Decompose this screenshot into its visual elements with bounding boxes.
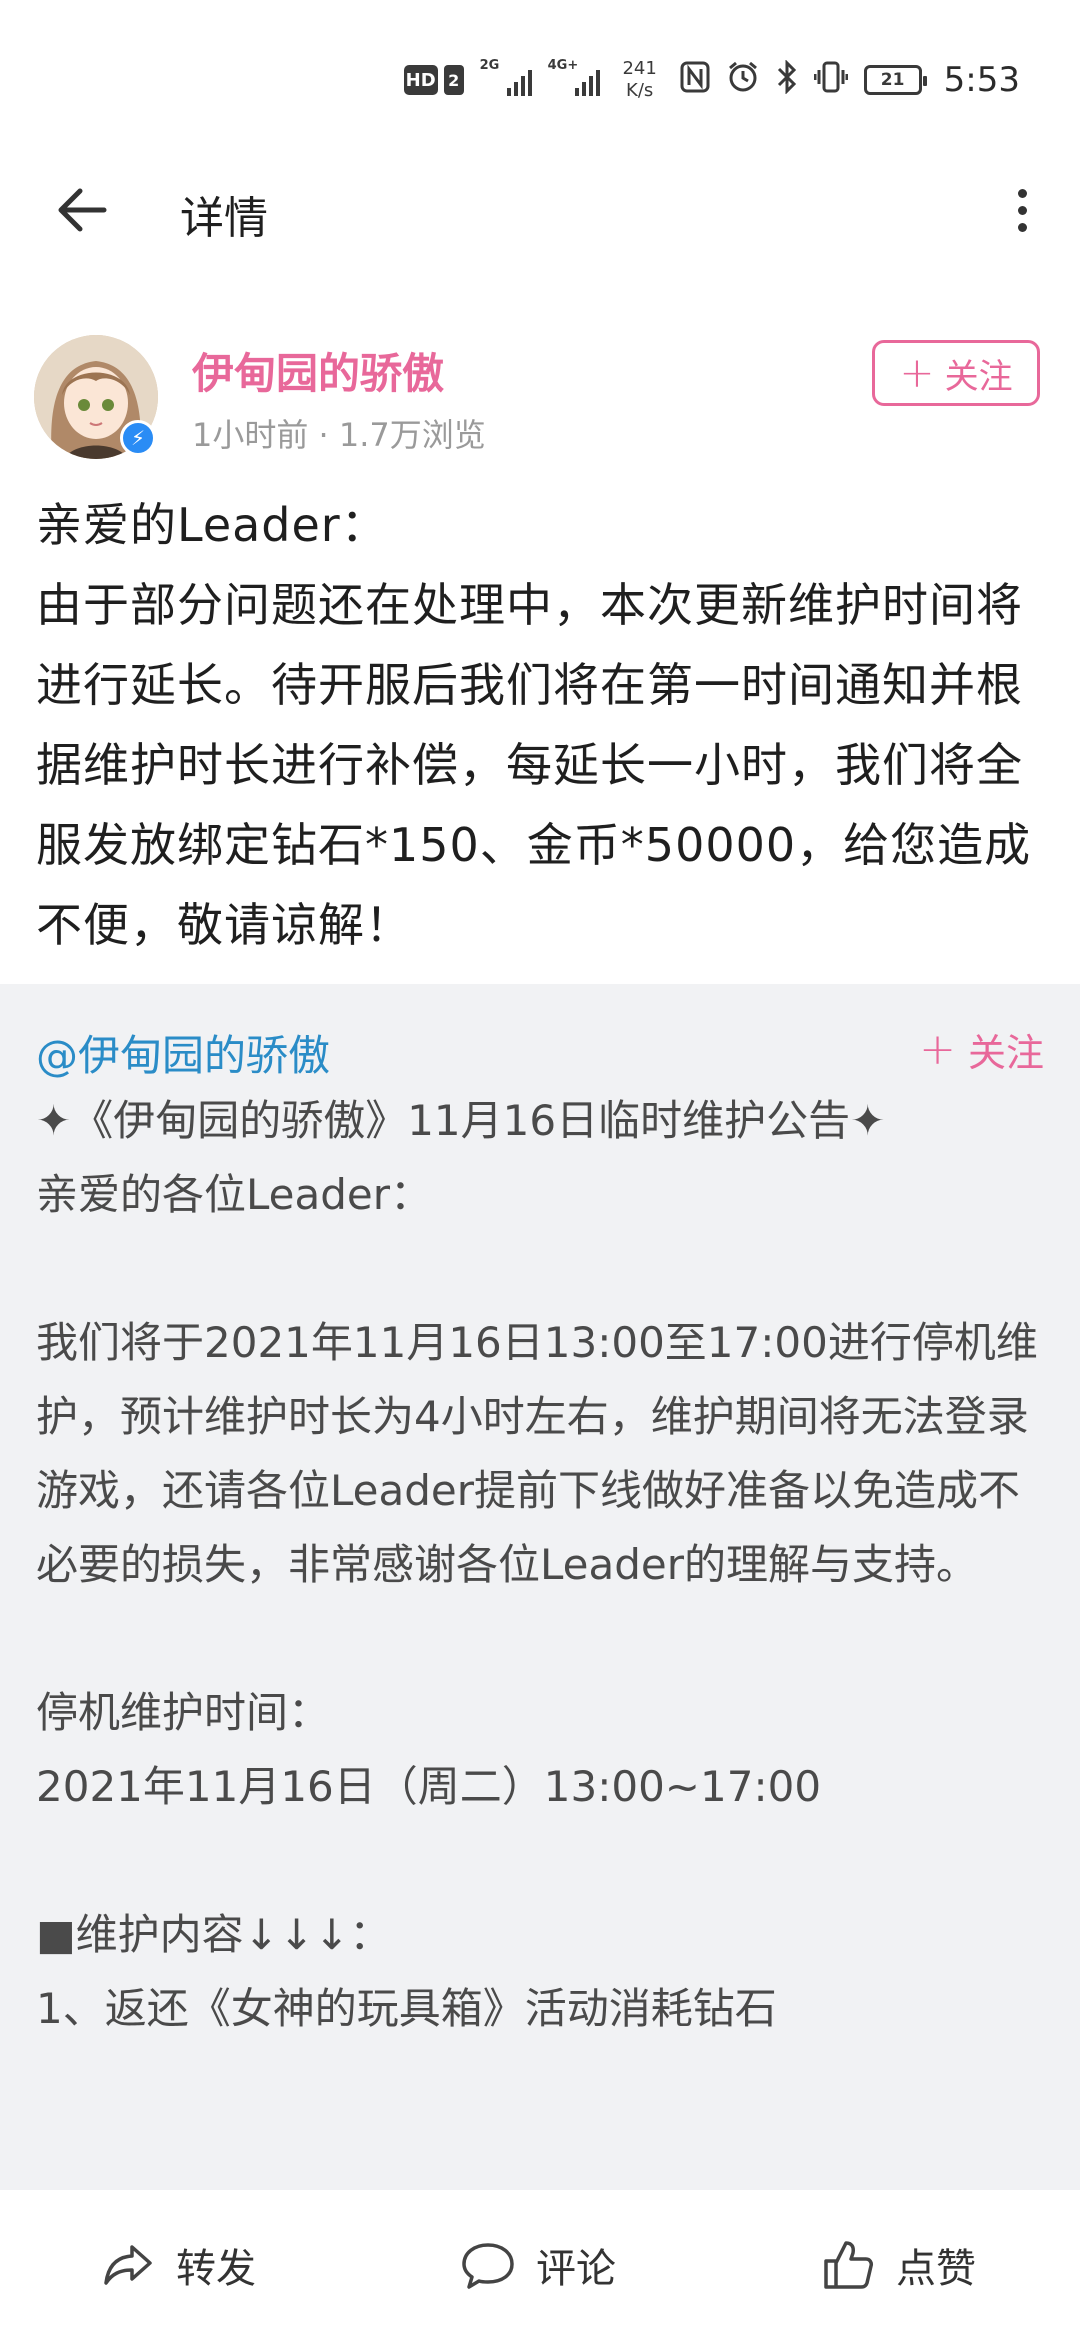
post-author-row: ⚡ 伊甸园的骄傲 1小时前 · 1.7万浏览 + 关注 [0,330,1080,460]
author-name[interactable]: 伊甸园的骄傲 [192,340,444,401]
nfc-icon [680,61,710,99]
signal-4g-icon: 4G+ [548,58,600,100]
post-meta: 1小时前 · 1.7万浏览 [192,416,486,454]
network-speed-value: 241 [622,58,657,79]
status-icons: HD 2 2G 4G+ 241 K/s 21 5:53 [403,52,1020,108]
share-icon [104,2245,152,2285]
signal-2g-icon: 2G [479,58,532,100]
shared-post-author[interactable]: @伊甸园的骄傲 [36,1022,330,1083]
comment-icon [462,2243,514,2289]
bluetooth-icon [776,59,798,100]
back-button[interactable] [52,180,112,240]
follow-button[interactable]: + 关注 [872,340,1040,406]
app-bar: 详情 [0,150,1080,270]
battery-level: 21 [880,70,905,90]
shared-follow-label: 关注 [967,1031,1044,1075]
vibrate-icon [813,60,849,100]
network-type-1: 2G [479,58,500,73]
shared-post[interactable]: @伊甸园的骄傲 + 关注 ✦《伊甸园的骄傲》11月16日临时维护公告✦ 亲爱的各… [0,984,1080,2190]
plus-icon: + [899,348,935,397]
comment-label: 评论 [536,2246,616,2292]
battery-icon: 21 [863,65,927,95]
comment-button[interactable]: 评论 [460,2235,616,2295]
repost-button[interactable]: 转发 [100,2235,256,2295]
repost-label: 转发 [176,2246,256,2292]
follow-label: 关注 [944,356,1013,397]
shared-post-body: ✦《伊甸园的骄傲》11月16日临时维护公告✦ 亲爱的各位Leader： 我们将于… [36,1096,1038,2033]
status-bar: HD 2 2G 4G+ 241 K/s 21 5:53 [0,0,1080,150]
page-title: 详情 [180,193,268,244]
arrow-left-icon [58,188,107,232]
plus-icon: + [919,1023,956,1075]
thumbs-up-icon [824,2241,873,2289]
like-label: 点赞 [896,2246,976,2292]
bottom-action-bar: 转发 评论 点赞 [0,2190,1080,2340]
clock: 5:53 [943,60,1020,100]
sim-badge: 2 [443,65,464,95]
more-vertical-icon [1017,188,1027,198]
alarm-icon [726,60,760,100]
network-speed-unit: K/s [626,80,654,101]
shared-follow-button[interactable]: + 关注 [919,1022,1044,1077]
more-options-button[interactable] [1004,182,1040,238]
network-speed: 241 K/s [616,58,664,102]
post-body: 亲爱的Leader： 由于部分问题还在处理中，本次更新维护时间将进行延长。待开服… [36,498,1032,952]
like-button[interactable]: 点赞 [820,2235,976,2295]
verified-badge-icon: ⚡ [120,420,156,456]
hd-badge: HD [403,65,438,95]
